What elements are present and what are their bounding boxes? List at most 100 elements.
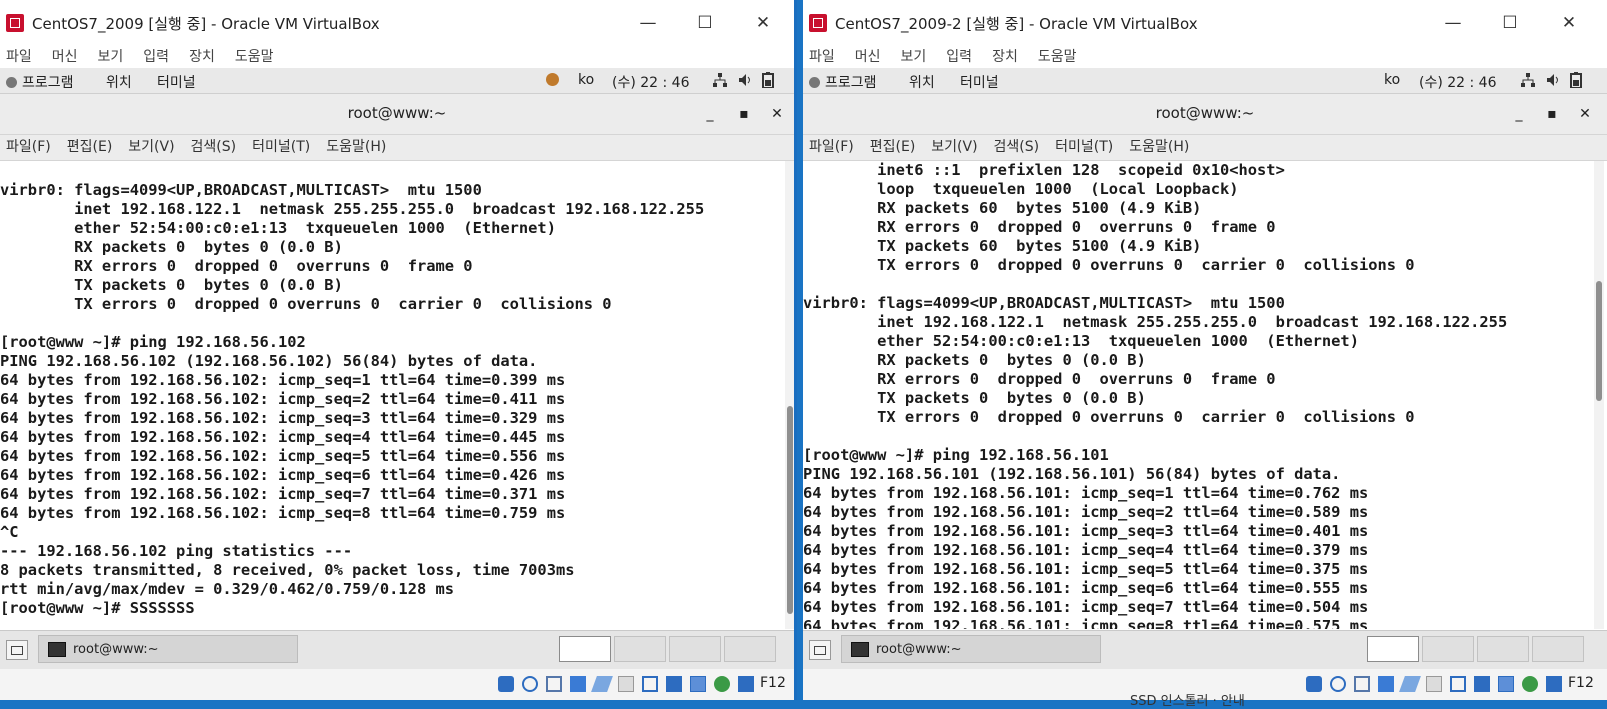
terminal-menu-search[interactable]: 검색(S) bbox=[994, 135, 1040, 160]
terminal-menu[interactable]: 터미널 bbox=[960, 72, 999, 92]
terminal-titlebar[interactable]: root@www:~ _ ▪ ✕ bbox=[0, 94, 794, 135]
shared-folder-icon[interactable] bbox=[618, 676, 634, 692]
window-titlebar[interactable]: CentOS7_2009 [실행 중] - Oracle VM VirtualB… bbox=[0, 0, 794, 46]
terminal-output[interactable]: inet6 ::1 prefixlen 128 scopeid 0x10<hos… bbox=[803, 161, 1593, 629]
mouse-integration-icon[interactable] bbox=[714, 676, 730, 692]
window-titlebar[interactable]: CentOS7_2009-2 [실행 중] - Oracle VM Virtua… bbox=[803, 0, 1607, 46]
taskbar-window-button[interactable]: root@www:~ bbox=[841, 635, 1101, 663]
terminal-scrollbar[interactable] bbox=[785, 161, 794, 629]
menu-input[interactable]: 입력 bbox=[143, 46, 169, 68]
clock[interactable]: (수) 22 : 46 bbox=[1419, 72, 1497, 92]
cpu-icon[interactable] bbox=[690, 676, 706, 692]
terminal-maximize-icon[interactable]: ▪ bbox=[1540, 102, 1564, 126]
clock[interactable]: (수) 22 : 46 bbox=[612, 72, 690, 92]
mouse-integration-icon[interactable] bbox=[1522, 676, 1538, 692]
terminal-scrollbar[interactable] bbox=[1594, 161, 1604, 629]
terminal-menu-file[interactable]: 파일(F) bbox=[6, 135, 51, 160]
terminal-minimize-icon[interactable]: _ bbox=[1507, 102, 1531, 126]
places-menu[interactable]: 위치 bbox=[909, 72, 935, 92]
terminal-close-icon[interactable]: ✕ bbox=[1573, 102, 1597, 126]
optical-drive-icon[interactable] bbox=[1330, 676, 1346, 692]
menu-input[interactable]: 입력 bbox=[946, 46, 972, 68]
hard-disk-icon[interactable] bbox=[498, 676, 514, 692]
menu-machine[interactable]: 머신 bbox=[52, 46, 78, 68]
workspace-4[interactable] bbox=[724, 636, 776, 662]
battery-icon[interactable] bbox=[762, 72, 774, 89]
show-desktop-icon[interactable] bbox=[6, 640, 28, 660]
workspace-4[interactable] bbox=[1532, 636, 1584, 662]
network-adapter-icon[interactable] bbox=[1378, 676, 1394, 692]
terminal-menu-help[interactable]: 도움말(H) bbox=[326, 135, 386, 160]
minimize-icon[interactable]: — bbox=[1438, 10, 1468, 36]
language-indicator[interactable]: ko bbox=[578, 72, 594, 88]
menu-devices[interactable]: 장치 bbox=[992, 46, 1018, 68]
menu-file[interactable]: 파일 bbox=[809, 46, 835, 68]
terminal-maximize-icon[interactable]: ▪ bbox=[732, 102, 756, 126]
terminal-menu-file[interactable]: 파일(F) bbox=[809, 135, 854, 160]
maximize-icon[interactable]: ☐ bbox=[1495, 10, 1525, 36]
display-icon[interactable] bbox=[1450, 676, 1466, 692]
usb-icon[interactable] bbox=[591, 676, 613, 692]
terminal-line: inet 192.168.122.1 netmask 255.255.255.0… bbox=[803, 313, 1508, 331]
menu-view[interactable]: 보기 bbox=[901, 46, 927, 68]
audio-icon[interactable] bbox=[1354, 676, 1370, 692]
recording-icon[interactable] bbox=[1474, 676, 1490, 692]
menu-devices[interactable]: 장치 bbox=[189, 46, 215, 68]
applications-menu[interactable]: 프로그램 bbox=[809, 72, 877, 92]
menu-help[interactable]: 도움말 bbox=[1038, 46, 1077, 68]
terminal-titlebar[interactable]: root@www:~ _ ▪ ✕ bbox=[803, 94, 1607, 135]
close-icon[interactable]: ✕ bbox=[1554, 10, 1584, 36]
workspace-1[interactable] bbox=[1367, 636, 1419, 662]
cpu-icon[interactable] bbox=[1498, 676, 1514, 692]
network-icon[interactable] bbox=[713, 73, 727, 87]
workspace-3[interactable] bbox=[669, 636, 721, 662]
terminal-close-icon[interactable]: ✕ bbox=[765, 102, 789, 126]
terminal-menu[interactable]: 터미널 bbox=[157, 72, 196, 92]
places-menu[interactable]: 위치 bbox=[106, 72, 132, 92]
gnome-top-panel: 프로그램 위치 터미널 ko (수) 22 : 46 bbox=[803, 68, 1607, 94]
menu-machine[interactable]: 머신 bbox=[855, 46, 881, 68]
workspace-2[interactable] bbox=[614, 636, 666, 662]
workspace-1[interactable] bbox=[559, 636, 611, 662]
terminal-menu-terminal[interactable]: 터미널(T) bbox=[1055, 135, 1113, 160]
terminal-menu-help[interactable]: 도움말(H) bbox=[1129, 135, 1189, 160]
hard-disk-icon[interactable] bbox=[1306, 676, 1322, 692]
volume-icon[interactable] bbox=[738, 73, 752, 87]
close-icon[interactable]: ✕ bbox=[748, 10, 778, 36]
workspace-3[interactable] bbox=[1477, 636, 1529, 662]
menu-help[interactable]: 도움말 bbox=[235, 46, 274, 68]
workspace-2[interactable] bbox=[1422, 636, 1474, 662]
menu-file[interactable]: 파일 bbox=[6, 46, 32, 68]
terminal-minimize-icon[interactable]: _ bbox=[698, 102, 722, 126]
audio-icon[interactable] bbox=[546, 676, 562, 692]
scrollbar-thumb[interactable] bbox=[787, 406, 793, 614]
shared-folder-icon[interactable] bbox=[1426, 676, 1442, 692]
show-desktop-icon[interactable] bbox=[809, 640, 831, 660]
terminal-menu-view[interactable]: 보기(V) bbox=[931, 135, 977, 160]
keyboard-capture-icon[interactable] bbox=[738, 676, 754, 692]
network-adapter-icon[interactable] bbox=[570, 676, 586, 692]
optical-drive-icon[interactable] bbox=[522, 676, 538, 692]
language-indicator[interactable]: ko bbox=[1384, 72, 1400, 88]
terminal-title: root@www:~ bbox=[347, 104, 447, 122]
keyboard-capture-icon[interactable] bbox=[1546, 676, 1562, 692]
terminal-menu-view[interactable]: 보기(V) bbox=[128, 135, 174, 160]
input-method-icon[interactable] bbox=[546, 73, 559, 86]
taskbar-window-button[interactable]: root@www:~ bbox=[38, 635, 298, 663]
applications-menu[interactable]: 프로그램 bbox=[6, 72, 74, 92]
terminal-menu-edit[interactable]: 편집(E) bbox=[870, 135, 916, 160]
recording-icon[interactable] bbox=[666, 676, 682, 692]
menu-view[interactable]: 보기 bbox=[98, 46, 124, 68]
volume-icon[interactable] bbox=[1546, 73, 1560, 87]
terminal-menu-search[interactable]: 검색(S) bbox=[191, 135, 237, 160]
usb-icon[interactable] bbox=[1399, 676, 1421, 692]
battery-icon[interactable] bbox=[1570, 72, 1582, 89]
terminal-menu-edit[interactable]: 편집(E) bbox=[67, 135, 113, 160]
display-icon[interactable] bbox=[642, 676, 658, 692]
maximize-icon[interactable]: ☐ bbox=[690, 10, 720, 36]
terminal-output[interactable]: virbr0: flags=4099<UP,BROADCAST,MULTICAS… bbox=[0, 161, 784, 629]
scrollbar-thumb[interactable] bbox=[1596, 281, 1602, 401]
terminal-menu-terminal[interactable]: 터미널(T) bbox=[252, 135, 310, 160]
network-icon[interactable] bbox=[1521, 73, 1535, 87]
minimize-icon[interactable]: — bbox=[633, 10, 663, 36]
